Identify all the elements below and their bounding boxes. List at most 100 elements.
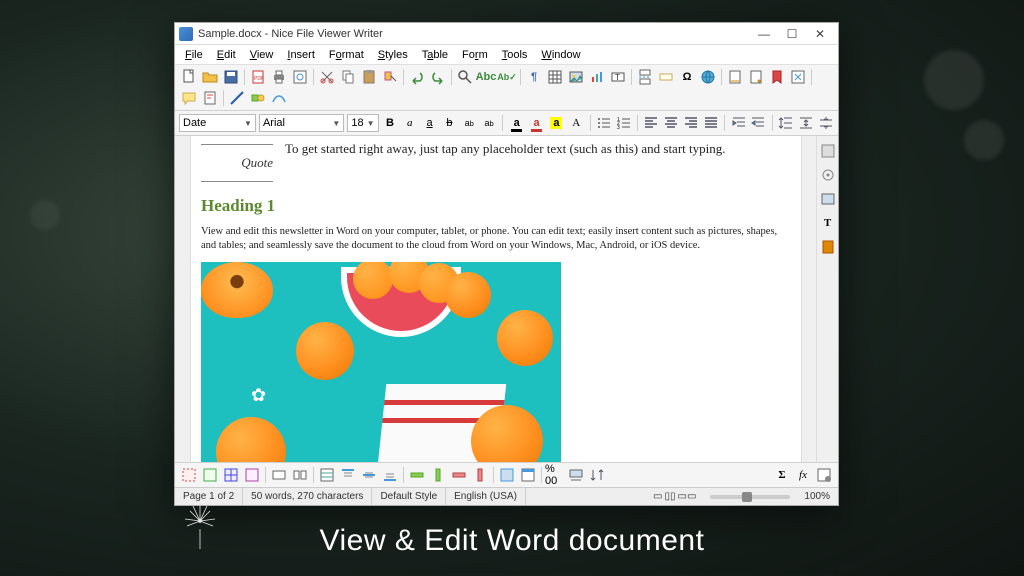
numbering-button[interactable]: 123 — [615, 113, 632, 133]
close-button[interactable]: ✕ — [806, 24, 834, 44]
highlight-button[interactable]: a — [548, 113, 565, 133]
redo-button[interactable] — [428, 67, 448, 87]
view-single-icon[interactable]: ▭ — [653, 491, 662, 502]
table-border-all[interactable] — [221, 465, 241, 485]
menu-window[interactable]: Window — [535, 47, 586, 63]
intro-paragraph[interactable]: To get started right away, just tap any … — [201, 140, 791, 159]
char-bg-button[interactable]: A — [568, 113, 585, 133]
insert-row-button[interactable] — [407, 465, 427, 485]
copy-button[interactable] — [338, 67, 358, 87]
font-size-combo[interactable]: 18▼ — [347, 114, 378, 132]
menu-styles[interactable]: Styles — [372, 47, 414, 63]
print-preview-button[interactable] — [290, 67, 310, 87]
titlebar[interactable]: Sample.docx - Nice File Viewer Writer ― … — [175, 23, 838, 45]
font-color-dark-button[interactable]: a — [508, 113, 525, 133]
insert-hyperlink-button[interactable] — [698, 67, 718, 87]
export-pdf-button[interactable]: PDF — [248, 67, 268, 87]
status-language[interactable]: English (USA) — [446, 488, 526, 505]
caption-button[interactable] — [566, 465, 586, 485]
menu-table[interactable]: Table — [416, 47, 454, 63]
save-button[interactable] — [221, 67, 241, 87]
track-changes-button[interactable] — [200, 88, 220, 108]
status-style[interactable]: Default Style — [372, 488, 446, 505]
insert-field-button[interactable] — [656, 67, 676, 87]
open-button[interactable] — [200, 67, 220, 87]
superscript-button[interactable]: ab — [461, 113, 478, 133]
undo-button[interactable] — [407, 67, 427, 87]
nonprinting-button[interactable]: ¶ — [524, 67, 544, 87]
select-table-button[interactable] — [497, 465, 517, 485]
maximize-button[interactable]: ☐ — [778, 24, 806, 44]
clone-format-button[interactable] — [380, 67, 400, 87]
paragraph-style-combo[interactable]: Date▼ — [179, 114, 256, 132]
strikethrough-button[interactable]: b — [441, 113, 458, 133]
navigator-panel-button[interactable]: T — [819, 214, 837, 232]
insert-endnote-button[interactable] — [746, 67, 766, 87]
increase-spacing-button[interactable] — [797, 113, 814, 133]
insert-textbox-button[interactable]: T — [608, 67, 628, 87]
number-format-button[interactable]: % 00 — [545, 465, 565, 485]
view-book-icon[interactable]: ▭▭ — [678, 491, 697, 502]
page-panel-button[interactable] — [819, 238, 837, 256]
align-justify-button[interactable] — [702, 113, 719, 133]
merge-cells-button[interactable] — [269, 465, 289, 485]
valign-center-button[interactable] — [359, 465, 379, 485]
insert-special-char-button[interactable]: Ω — [677, 67, 697, 87]
status-words[interactable]: 50 words, 270 characters — [243, 488, 372, 505]
menu-tools[interactable]: Tools — [496, 47, 534, 63]
align-center-button[interactable] — [663, 113, 680, 133]
delete-col-button[interactable] — [470, 465, 490, 485]
table-border-box[interactable] — [200, 465, 220, 485]
optimize-button[interactable] — [317, 465, 337, 485]
menu-file[interactable]: File — [179, 47, 209, 63]
minimize-button[interactable]: ― — [750, 24, 778, 44]
subscript-button[interactable]: ab — [481, 113, 498, 133]
table-properties-button[interactable] — [814, 465, 834, 485]
insert-bookmark-button[interactable] — [767, 67, 787, 87]
table-border-outer[interactable] — [242, 465, 262, 485]
heading-1[interactable]: Heading 1 — [201, 194, 791, 219]
underline-button[interactable]: a — [421, 113, 438, 133]
sort-button[interactable] — [587, 465, 607, 485]
insert-col-button[interactable] — [428, 465, 448, 485]
styles-panel-button[interactable] — [819, 166, 837, 184]
new-doc-button[interactable] — [179, 67, 199, 87]
zoom-label[interactable]: 100% — [796, 488, 838, 505]
align-right-button[interactable] — [683, 113, 700, 133]
draw-functions-button[interactable] — [269, 88, 289, 108]
font-name-combo[interactable]: Arial▼ — [259, 114, 344, 132]
gallery-panel-button[interactable] — [819, 190, 837, 208]
menu-insert[interactable]: Insert — [281, 47, 321, 63]
find-button[interactable] — [455, 67, 475, 87]
line-button[interactable] — [227, 88, 247, 108]
formula-button[interactable]: fx — [793, 465, 813, 485]
document-area[interactable]: Quote To get started right away, just ta… — [191, 136, 801, 462]
sum-button[interactable]: Σ — [772, 465, 792, 485]
align-left-button[interactable] — [643, 113, 660, 133]
insert-image-button[interactable] — [566, 67, 586, 87]
bold-button[interactable]: B — [382, 113, 399, 133]
vertical-ruler[interactable] — [175, 136, 191, 462]
spellcheck-auto-button[interactable]: Ab✓ — [497, 67, 517, 87]
insert-pagebreak-button[interactable] — [635, 67, 655, 87]
body-paragraph[interactable]: View and edit this newsletter in Word on… — [201, 225, 791, 254]
view-multi-icon[interactable]: ▯▯ — [665, 491, 676, 502]
menu-form[interactable]: Form — [456, 47, 494, 63]
insert-chart-button[interactable] — [587, 67, 607, 87]
font-color-button[interactable]: a — [528, 113, 545, 133]
vertical-scrollbar[interactable] — [801, 136, 816, 462]
insert-table-button[interactable] — [545, 67, 565, 87]
insert-comment-button[interactable] — [179, 88, 199, 108]
document-image[interactable]: ✿ — [201, 262, 561, 462]
italic-button[interactable]: a — [401, 113, 418, 133]
insert-footnote-button[interactable] — [725, 67, 745, 87]
table-border-none[interactable] — [179, 465, 199, 485]
decrease-indent-button[interactable] — [750, 113, 767, 133]
print-button[interactable] — [269, 67, 289, 87]
cut-button[interactable] — [317, 67, 337, 87]
autoformat-button[interactable] — [518, 465, 538, 485]
increase-indent-button[interactable] — [730, 113, 747, 133]
split-cells-button[interactable] — [290, 465, 310, 485]
bullets-button[interactable] — [595, 113, 612, 133]
spellcheck-button[interactable]: Abc — [476, 67, 496, 87]
